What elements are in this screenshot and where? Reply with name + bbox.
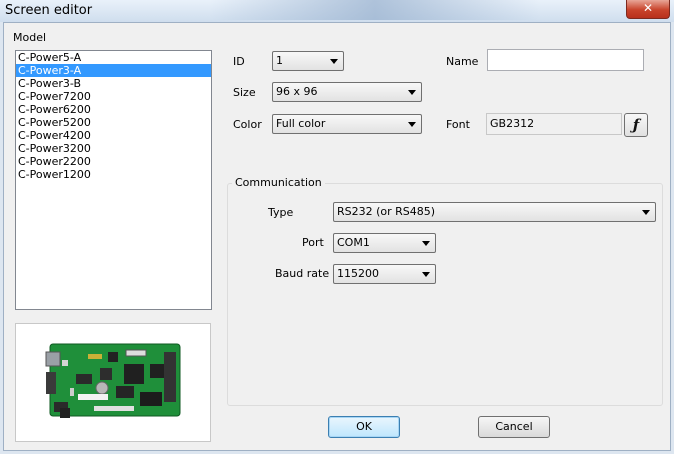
model-listbox[interactable]: C-Power5-A C-Power3-A C-Power3-B C-Power… [15,50,212,310]
size-label: Size [233,86,256,99]
model-list-item[interactable]: C-Power3200 [16,142,211,155]
id-combobox[interactable]: 1 [272,51,344,71]
type-value: RS232 (or RS485) [337,205,436,218]
baud-rate-value: 115200 [337,267,379,280]
chevron-down-icon [408,122,416,127]
controller-board-icon [45,343,181,418]
id-value: 1 [276,54,283,67]
id-label: ID [233,55,245,68]
font-picker-button[interactable]: ƒ [624,113,648,137]
color-combobox[interactable]: Full color [272,114,422,134]
chevron-down-icon [422,241,430,246]
model-list-item[interactable]: C-Power1200 [16,168,211,181]
ok-button[interactable]: OK [328,416,400,438]
model-list-item[interactable]: C-Power3-B [16,77,211,90]
chevron-down-icon [642,210,650,215]
board-preview-image [15,323,211,442]
cancel-button[interactable]: Cancel [478,416,550,438]
font-field: GB2312 [486,113,622,135]
chevron-down-icon [422,272,430,277]
model-list-item[interactable]: C-Power7200 [16,90,211,103]
title-bar[interactable]: Screen editor ✕ [0,0,674,22]
dialog-body: Model C-Power5-A C-Power3-A C-Power3-B C… [3,22,671,451]
type-combobox[interactable]: RS232 (or RS485) [333,202,656,222]
model-list-item-selected[interactable]: C-Power3-A [16,64,211,77]
model-label: Model [13,31,47,44]
chevron-down-icon [408,90,416,95]
name-label: Name [446,55,479,68]
name-field[interactable] [487,49,644,71]
baud-rate-combobox[interactable]: 115200 [333,264,436,284]
color-value: Full color [276,117,326,130]
size-value: 96 x 96 [276,85,318,98]
type-label: Type [268,206,294,219]
font-label: Font [446,118,470,131]
model-list-item[interactable]: C-Power6200 [16,103,211,116]
title-bar-background-blur [210,0,540,20]
port-value: COM1 [337,236,370,249]
model-list-item[interactable]: C-Power4200 [16,129,211,142]
close-button[interactable]: ✕ [626,0,670,19]
port-combobox[interactable]: COM1 [333,233,436,253]
font-icon: ƒ [632,116,640,134]
close-icon: ✕ [642,1,654,15]
font-value: GB2312 [490,117,535,130]
window-title: Screen editor [5,3,93,18]
model-list-item[interactable]: C-Power2200 [16,155,211,168]
model-list-item[interactable]: C-Power5200 [16,116,211,129]
chevron-down-icon [330,59,338,64]
color-label: Color [233,118,262,131]
size-combobox[interactable]: 96 x 96 [272,82,422,102]
port-label: Port [302,236,324,249]
communication-group-title: Communication [232,176,325,189]
baud-rate-label: Baud rate [275,267,330,280]
model-list-item[interactable]: C-Power5-A [16,51,211,64]
